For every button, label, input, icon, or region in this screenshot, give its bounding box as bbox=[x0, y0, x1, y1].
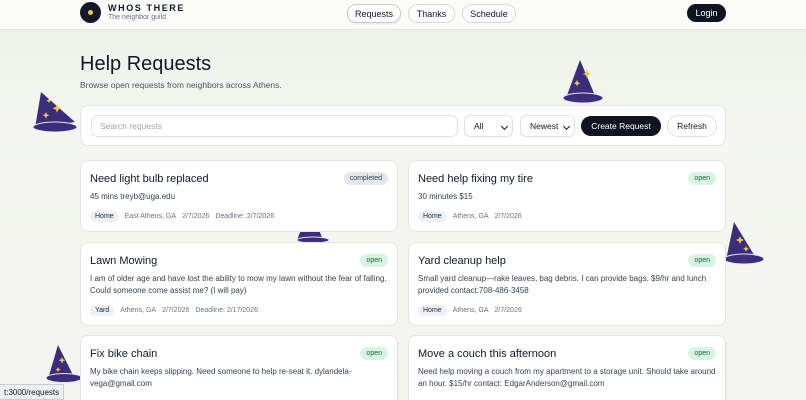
card-meta: Home East Athens, GA 2/7/2026 Deadline: … bbox=[90, 211, 274, 222]
status-badge: open bbox=[688, 254, 716, 267]
chevron-down-icon bbox=[562, 122, 571, 131]
logo-icon[interactable] bbox=[80, 2, 101, 23]
card-description: I am of older age and have lost the abil… bbox=[90, 274, 387, 295]
card-location: Athens, GA bbox=[452, 213, 489, 220]
card-meta: Yard Athens, GA 2/7/2026 Deadline: 2/17/… bbox=[90, 305, 258, 316]
refresh-button[interactable]: Refresh bbox=[667, 115, 717, 137]
nav-thanks[interactable]: Thanks bbox=[408, 4, 455, 23]
category-tag: Home bbox=[418, 211, 447, 222]
status-badge: open bbox=[360, 347, 388, 360]
card-date: 2/7/2026 bbox=[182, 213, 210, 220]
status-bar-url: t:3000/requests bbox=[0, 384, 65, 400]
category-tag: Yard bbox=[90, 305, 115, 316]
request-card[interactable]: Need help fixing my tire open 30 minutes… bbox=[408, 160, 726, 232]
card-description: Small yard cleanup—rake leaves, bag debr… bbox=[418, 274, 707, 295]
status-filter-select[interactable]: All bbox=[464, 115, 513, 137]
card-location: East Athens, GA bbox=[124, 213, 177, 220]
card-title[interactable]: Fix bike chain bbox=[90, 348, 157, 360]
card-description: 30 minutes $15 bbox=[418, 192, 473, 201]
status-badge: open bbox=[688, 172, 716, 185]
card-description: My bike chain keeps slipping. Need someo… bbox=[90, 367, 352, 388]
page-title: Help Requests bbox=[80, 53, 212, 75]
card-meta: Home Athens, GA 2/7/2026 bbox=[418, 211, 522, 222]
card-date: 2/7/2026 bbox=[494, 213, 522, 220]
request-card[interactable]: Fix bike chain open My bike chain keeps … bbox=[80, 335, 398, 400]
create-request-button[interactable]: Create Request bbox=[581, 116, 661, 136]
sort-value: Newest bbox=[530, 121, 559, 131]
wizard-hat-icon bbox=[724, 222, 765, 265]
card-meta: Home Athens, GA 2/7/2026 bbox=[418, 305, 522, 316]
status-badge: open bbox=[688, 347, 716, 360]
sort-select[interactable]: Newest bbox=[520, 115, 575, 137]
page-subtitle: Browse open requests from neighbors acro… bbox=[80, 80, 282, 90]
status-badge: open bbox=[360, 254, 388, 267]
card-location: Athens, GA bbox=[120, 307, 157, 314]
search-input[interactable] bbox=[91, 115, 458, 137]
card-description: 45 mins treyb@uga.edu bbox=[90, 192, 176, 201]
request-card[interactable]: Need light bulb replaced completed 45 mi… bbox=[80, 160, 398, 232]
card-description: Need help moving a couch from my apartme… bbox=[418, 367, 716, 388]
request-card[interactable]: Move a couch this afternoon open Need he… bbox=[408, 335, 726, 400]
brand-title[interactable]: WHOS THERE bbox=[108, 3, 185, 13]
login-button[interactable]: Login bbox=[687, 4, 726, 22]
card-date: 2/7/2026 bbox=[162, 307, 190, 314]
card-title[interactable]: Move a couch this afternoon bbox=[418, 348, 556, 360]
status-filter-value: All bbox=[474, 121, 484, 131]
wizard-hat-icon bbox=[32, 92, 78, 133]
card-deadline: Deadline: 2/17/2026 bbox=[195, 307, 258, 314]
top-nav-bar: WHOS THERE The neighbor guild Requests T… bbox=[0, 0, 806, 30]
card-deadline: Deadline: 2/7/2026 bbox=[215, 213, 275, 220]
nav-schedule[interactable]: Schedule bbox=[462, 4, 516, 23]
wizard-hat-icon bbox=[562, 60, 604, 104]
brand-subtitle: The neighbor guild bbox=[108, 14, 166, 21]
category-tag: Home bbox=[418, 305, 447, 316]
filter-toolbar: All Newest Create Request Refresh bbox=[80, 105, 726, 146]
status-badge: completed bbox=[343, 172, 388, 185]
card-title[interactable]: Lawn Mowing bbox=[90, 255, 157, 267]
card-title[interactable]: Need light bulb replaced bbox=[90, 173, 209, 185]
card-date: 2/7/2026 bbox=[494, 307, 522, 314]
card-title[interactable]: Need help fixing my tire bbox=[418, 173, 533, 185]
wizard-hat-icon bbox=[46, 345, 83, 383]
card-location: Athens, GA bbox=[452, 307, 489, 314]
nav-requests[interactable]: Requests bbox=[347, 4, 401, 23]
card-title[interactable]: Yard cleanup help bbox=[418, 255, 506, 267]
chevron-down-icon bbox=[500, 122, 509, 131]
request-card[interactable]: Yard cleanup help open Small yard cleanu… bbox=[408, 242, 726, 326]
category-tag: Home bbox=[90, 211, 119, 222]
request-card[interactable]: Lawn Mowing open I am of older age and h… bbox=[80, 242, 398, 326]
